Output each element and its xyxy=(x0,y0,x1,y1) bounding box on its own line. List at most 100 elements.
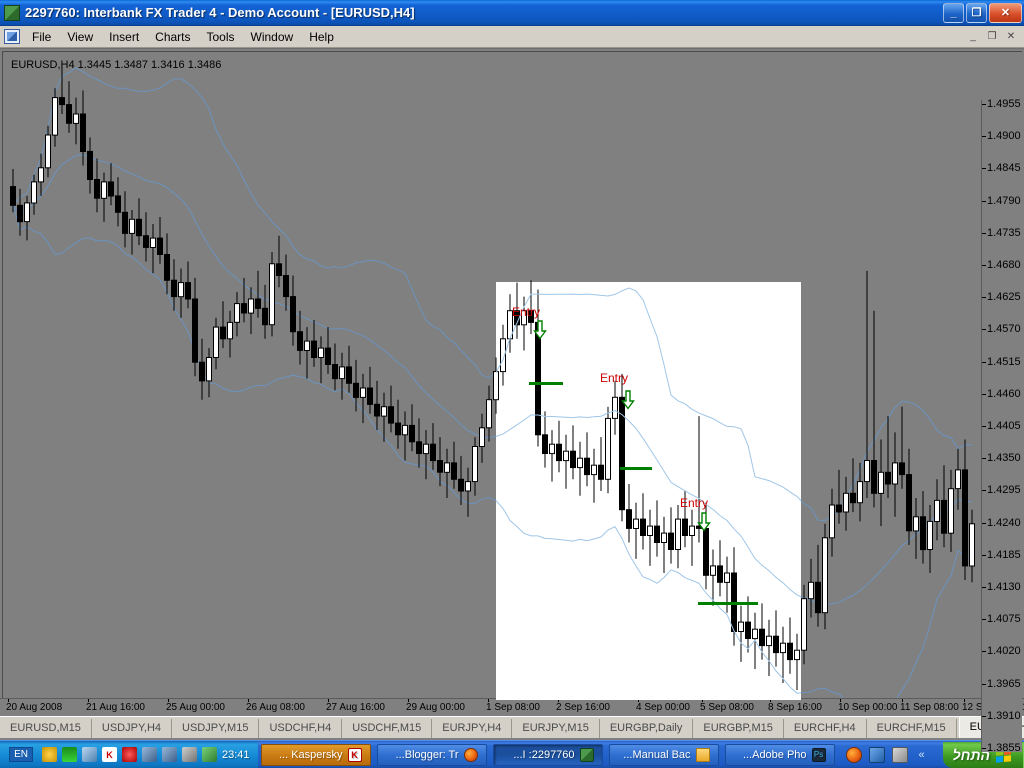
chart-plot-area[interactable]: Entry Entry Entry xyxy=(7,56,987,700)
chart-window[interactable]: EURUSD,H4 1.3445 1.3487 1.3416 1.3486 En… xyxy=(0,48,1024,754)
price-axis-tick xyxy=(982,490,986,492)
time-axis-label: 8 Sep 16:00 xyxy=(768,702,822,713)
network-icon[interactable] xyxy=(202,747,218,762)
firefox-icon[interactable] xyxy=(845,746,862,763)
price-axis-label: 1.4350 xyxy=(987,452,1021,465)
price-axis-label: 1.4680 xyxy=(987,259,1021,271)
menu-item-charts[interactable]: Charts xyxy=(147,28,198,46)
taskbar-button-label: ...I :2297760 xyxy=(513,748,575,761)
time-axis-label: 29 Aug 00:00 xyxy=(406,702,465,713)
mdi-restore-button[interactable]: ❐ xyxy=(983,28,1001,45)
price-axis-label: 1.4240 xyxy=(987,516,1021,529)
mdi-close-button[interactable]: ✕ xyxy=(1002,28,1020,45)
price-axis-tick xyxy=(982,458,986,460)
chart-tab-eurgbp-daily[interactable]: EURGBP,Daily xyxy=(600,719,694,738)
mdi-window-controls: _ ❐ ✕ xyxy=(964,28,1024,45)
chart-tab-bar: EURUSD,M15 USDJPY,H4 USDJPY,M15 USDCHF,H4 US… xyxy=(0,716,1024,738)
price-axis-tick xyxy=(982,168,986,170)
security-alert-icon[interactable] xyxy=(122,747,138,762)
taskbar-button[interactable]: K ... Kaspersky xyxy=(260,743,371,766)
time-axis-label: 5 Sep 08:00 xyxy=(700,702,754,713)
chart-tab-usdjpy-h4[interactable]: USDJPY,H4 xyxy=(92,719,173,738)
menu-item-insert[interactable]: Insert xyxy=(101,28,147,46)
warning-icon[interactable] xyxy=(42,747,58,762)
price-axis-label: 1.4790 xyxy=(987,194,1021,207)
minimize-icon: _ xyxy=(950,6,957,19)
price-axis-tick xyxy=(982,426,986,427)
chart-tab-eurchf-m15[interactable]: EURCHF,M15 xyxy=(867,719,957,738)
bollinger-band-line xyxy=(496,500,801,694)
taskbar-button[interactable]: ...I :2297760 xyxy=(492,743,603,766)
desktop-root: 2297760: Interbank FX Trader 4 - Demo Ac… xyxy=(0,0,1024,768)
kaspersky-icon[interactable]: K xyxy=(102,747,118,762)
time-axis-label: 10 Sep 00:00 xyxy=(838,702,898,713)
language-indicator[interactable]: EN xyxy=(9,747,34,762)
price-axis-label: 1.4570 xyxy=(987,323,1021,336)
photoshop-icon: Ps xyxy=(811,747,826,762)
outlook-icon[interactable] xyxy=(868,746,885,763)
menu-item-help[interactable]: Help xyxy=(301,28,342,46)
chart-tab-usdchf-h4[interactable]: USDCHF,H4 xyxy=(259,719,343,738)
firefox-icon xyxy=(463,747,478,762)
taskbar-button[interactable]: ...Blogger: Tr xyxy=(376,743,487,766)
window-controls: _ ❐ ✕ xyxy=(943,2,1022,23)
price-axis-label: 1.4900 xyxy=(987,130,1021,143)
price-axis-tick xyxy=(982,232,986,234)
minimize-button[interactable]: _ xyxy=(943,2,964,23)
menu-item-view[interactable]: View xyxy=(59,28,101,46)
price-axis-tick xyxy=(982,651,986,653)
close-icon: ✕ xyxy=(1000,7,1011,19)
task-button-group: Ps ...Adobe Pho ...Manual Bac ...I :2297760… xyxy=(258,743,838,766)
chart-tab-eurusd-m15[interactable]: EURUSD,M15 xyxy=(0,719,92,738)
taskbar-button-label: ... Kaspersky xyxy=(278,748,343,761)
menu-bar: File View Insert Charts Tools Window Hel… xyxy=(0,26,1024,48)
price-axis-label: 1.4130 xyxy=(987,581,1021,593)
time-axis-label: 25 Aug 00:00 xyxy=(166,702,225,713)
taskbar-button[interactable]: ...Manual Bac xyxy=(608,743,719,766)
entry-label: Entry xyxy=(600,371,629,385)
chart-tab-usdchf-m15[interactable]: USDCHF,M15 xyxy=(342,719,433,738)
chart-tab-eurjpy-h4[interactable]: EURJPY,H4 xyxy=(432,719,513,738)
comet-icon[interactable] xyxy=(891,746,908,763)
price-axis-label: 1.3855 xyxy=(987,742,1021,754)
price-axis[interactable]: 1.4955 1.4900 1.4845 1.4790 1.4735 1.4680 1.46… xyxy=(982,98,1022,754)
bollinger-band-line xyxy=(496,410,801,598)
volume-icon[interactable] xyxy=(182,747,198,762)
price-axis-label: 1.4295 xyxy=(987,484,1021,497)
price-axis-tick xyxy=(982,393,986,395)
price-axis-label: 1.4460 xyxy=(987,387,1021,400)
price-axis-tick xyxy=(982,104,986,105)
time-axis-label: 2 Sep 16:00 xyxy=(556,702,610,713)
chart-tab-eurchf-h4[interactable]: EURCHF,H4 xyxy=(784,719,867,738)
quick-launch-bar: « xyxy=(838,746,937,763)
chart-tab-eurgbp-m15[interactable]: EURGBP,M15 xyxy=(693,719,784,738)
price-axis-tick xyxy=(982,554,986,556)
menu-item-file[interactable]: File xyxy=(24,28,59,46)
taskbar-button[interactable]: Ps ...Adobe Pho xyxy=(724,743,835,766)
overflow-chevron-icon[interactable]: « xyxy=(915,749,929,761)
signal-icon[interactable] xyxy=(62,747,78,762)
chart-tab-eurjpy-m15[interactable]: EURJPY,M15 xyxy=(512,719,600,738)
mdi-minimize-button[interactable]: _ xyxy=(964,28,982,45)
network-disconnected-icon[interactable] xyxy=(142,747,158,762)
time-axis-label: 1 Sep 08:00 xyxy=(486,702,540,713)
taskbar-button-label: ...Adobe Pho xyxy=(742,748,807,761)
chart-tab-usdjpy-m15[interactable]: USDJPY,M15 xyxy=(172,719,260,738)
close-button[interactable]: ✕ xyxy=(989,2,1022,23)
price-axis-tick xyxy=(982,297,986,299)
menu-item-window[interactable]: Window xyxy=(243,28,302,46)
chart-window-icon xyxy=(4,29,20,44)
time-axis-label: 20 Aug 2008 xyxy=(6,702,63,713)
price-axis-label: 1.4185 xyxy=(987,548,1021,561)
maximize-button[interactable]: ❐ xyxy=(966,2,987,23)
clock[interactable]: 23:41 xyxy=(222,749,250,761)
network-disconnected-icon[interactable] xyxy=(162,747,178,762)
price-axis-tick xyxy=(982,619,986,621)
entry-down-arrow-icon xyxy=(697,512,711,537)
price-axis-label: 1.3965 xyxy=(987,677,1021,690)
price-axis-label: 1.4625 xyxy=(987,291,1021,304)
menu-item-tools[interactable]: Tools xyxy=(199,28,243,46)
time-axis[interactable]: 20 Aug 2008 21 Aug 16:00 25 Aug 00:00 26 Au… xyxy=(0,698,1024,716)
price-axis-tick xyxy=(982,683,986,685)
wireless-icon[interactable] xyxy=(82,747,98,762)
